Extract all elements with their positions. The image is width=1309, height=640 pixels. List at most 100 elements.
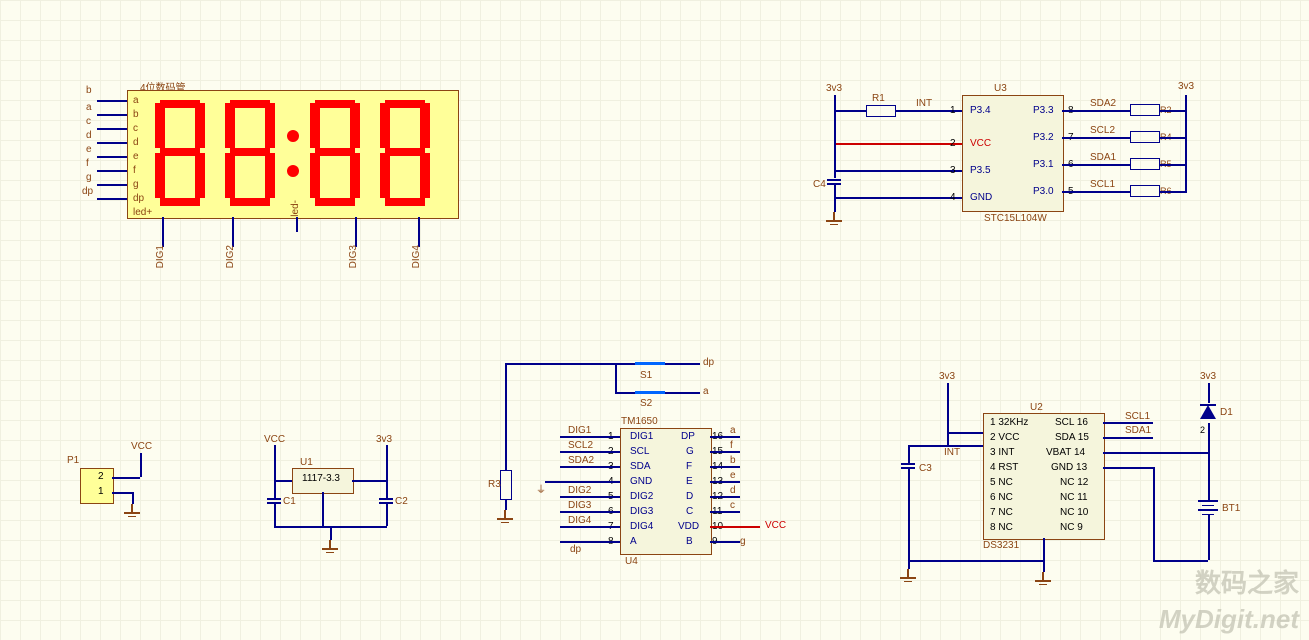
u1-3v3: 3v3 (376, 434, 392, 445)
s1-ref: S1 (640, 370, 652, 381)
p1-ref: P1 (67, 455, 79, 466)
int-net: INT (916, 98, 932, 109)
dig3: DIG3 (348, 245, 359, 268)
r5 (1130, 158, 1160, 170)
u2r1: SCL 16 (1055, 417, 1088, 428)
u4rnet4: e (730, 470, 736, 481)
u4-part: TM1650 (621, 416, 658, 427)
sda1-net: SDA1 (1125, 425, 1151, 436)
u4r3l: F (686, 461, 692, 472)
pin-a: a (133, 95, 139, 106)
u2r6: NC 11 (1060, 492, 1088, 503)
u4l1l: DIG1 (630, 431, 653, 442)
u4net5: DIG2 (568, 485, 591, 496)
u3-ref: U3 (994, 83, 1007, 94)
scl1-net: SCL1 (1125, 411, 1150, 422)
u2r5: NC 12 (1060, 477, 1088, 488)
u4r7l: VDD (678, 521, 699, 532)
gnd-icon (497, 510, 513, 523)
u4l2l: SCL (630, 446, 649, 457)
u2l6: 6 NC (990, 492, 1013, 503)
u4l6l: DIG3 (630, 506, 653, 517)
p1-body (80, 468, 114, 504)
pin-dp: dp (133, 193, 144, 204)
u3-l3l: P3.5 (970, 165, 991, 176)
u4r5l: D (686, 491, 693, 502)
u4-ref: U4 (625, 556, 638, 567)
pin-f: f (133, 165, 136, 176)
u2-3v3: 3v3 (939, 371, 955, 382)
p1-vcc: VCC (131, 441, 152, 452)
u4r8l: B (686, 536, 693, 547)
u3-r4l: P3.0 (1033, 186, 1054, 197)
net-e: e (86, 144, 92, 155)
u2r3: VBAT 14 (1046, 447, 1085, 458)
r4 (1130, 131, 1160, 143)
dig4: DIG4 (411, 245, 422, 268)
u2l7: 7 NC (990, 507, 1013, 518)
u2l8: 8 NC (990, 522, 1013, 533)
p1-pin2: 2 (98, 471, 104, 482)
u2r2: SDA 15 (1055, 432, 1089, 443)
u3-r3l: P3.1 (1033, 159, 1054, 170)
watermark-en: MyDigit.net (1159, 606, 1299, 632)
r1 (866, 105, 896, 117)
gnd-tick: ⏚ (536, 481, 546, 496)
u2l5: 5 NC (990, 477, 1013, 488)
u2r8: NC 9 (1060, 522, 1083, 533)
u2r4: GND 13 (1051, 462, 1087, 473)
u2l4: 4 RST (990, 462, 1018, 473)
pin-ledp: led+ (133, 207, 152, 218)
u2r-3v3: 3v3 (1200, 371, 1216, 382)
u4l3l: SDA (630, 461, 651, 472)
a-net: a (703, 386, 709, 397)
p1-pin1: 1 (98, 486, 104, 497)
pin-b: b (133, 109, 139, 120)
net-dp: dp (82, 186, 93, 197)
watermark-cn: 数码之家 (1195, 563, 1299, 600)
u4l5l: DIG2 (630, 491, 653, 502)
u4l8l: A (630, 536, 637, 547)
bt1-ref: BT1 (1222, 503, 1240, 514)
sda2: SDA2 (1090, 98, 1116, 109)
net-f: f (86, 158, 89, 169)
c2-ref: C2 (395, 496, 408, 507)
u2r7: NC 10 (1060, 507, 1088, 518)
net-b: b (86, 85, 92, 96)
gnd-icon (124, 504, 140, 517)
gnd-icon (1035, 572, 1051, 585)
u4-vcc: VCC (765, 520, 786, 531)
net-d: d (86, 130, 92, 141)
c3-ref: C3 (919, 463, 932, 474)
scl1: SCL1 (1090, 179, 1115, 190)
net-g: g (86, 172, 92, 183)
u2l1: 1 32KHz (990, 417, 1028, 428)
u2-part: DS3231 (983, 540, 1019, 551)
int2: INT (944, 447, 960, 458)
u4rnet5: d (730, 485, 736, 496)
dig2: DIG2 (225, 245, 236, 268)
u1-part: 1117-3.3 (302, 473, 340, 484)
pin-d: d (133, 137, 139, 148)
r1-ref: R1 (872, 93, 885, 104)
u4net3: SDA2 (568, 455, 594, 466)
u4r6l: C (686, 506, 693, 517)
d1-2: 2 (1200, 425, 1205, 435)
u4net1: DIG1 (568, 425, 591, 436)
u3-l1n: 1 (950, 105, 956, 116)
dp-net: dp (703, 357, 714, 368)
u3-l2n: 2 (950, 138, 956, 149)
u4rnet1: a (730, 425, 736, 436)
u4rnet8: g (740, 536, 746, 547)
u4net6: DIG3 (568, 500, 591, 511)
u2l3: 3 INT (990, 447, 1014, 458)
u4l7l: DIG4 (630, 521, 653, 532)
led-minus: led- (290, 200, 301, 217)
u4rnet2: f (730, 440, 733, 451)
s1 (635, 359, 665, 367)
gnd-icon (322, 540, 338, 553)
battery-icon (1198, 500, 1218, 515)
dig1: DIG1 (155, 245, 166, 268)
u2l2: 2 VCC (990, 432, 1019, 443)
u4rnet3: b (730, 455, 736, 466)
